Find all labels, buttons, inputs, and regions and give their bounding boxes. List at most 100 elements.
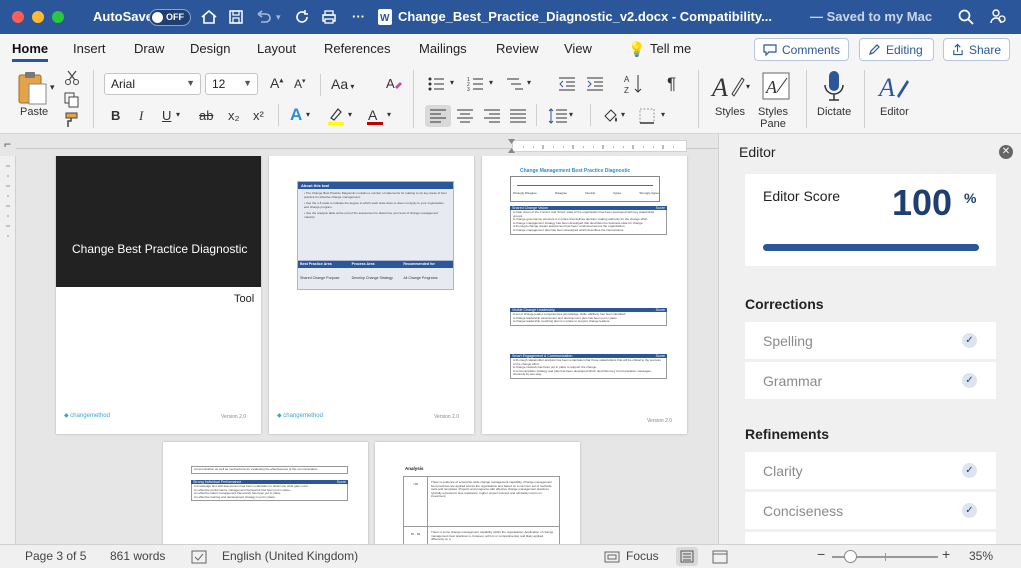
chevron-down-icon[interactable]: ▾: [387, 110, 391, 119]
format-painter-icon[interactable]: [64, 112, 80, 128]
highlight-icon[interactable]: [326, 106, 346, 126]
shrink-font-button[interactable]: A▾: [294, 77, 306, 91]
corrections-item-grammar[interactable]: Grammar ✓: [745, 362, 996, 399]
tab-insert[interactable]: Insert: [73, 41, 106, 56]
zoom-out-button[interactable]: −: [817, 546, 825, 562]
chevron-down-icon[interactable]: ▾: [569, 110, 573, 119]
zoom-slider-track[interactable]: [832, 550, 938, 563]
page-count[interactable]: Page 3 of 5: [25, 549, 86, 563]
horizontal-ruler[interactable]: [512, 140, 687, 152]
document-page[interactable]: About this tool • The Change Best Practi…: [269, 156, 474, 434]
focus-icon[interactable]: [604, 550, 620, 564]
show-formatting-marks-button[interactable]: ¶: [667, 74, 676, 94]
subscript-button[interactable]: x₂: [228, 108, 240, 123]
multilevel-list-icon[interactable]: [505, 76, 527, 92]
focus-label[interactable]: Focus: [626, 549, 659, 563]
chevron-down-icon[interactable]: ▾: [661, 110, 665, 119]
font-name-select[interactable]: Arial ▼: [104, 73, 201, 95]
microphone-icon[interactable]: [822, 69, 846, 103]
editor-score-card[interactable]: Editor Score 100 %: [745, 174, 996, 266]
refinements-item-conciseness[interactable]: Conciseness ✓: [745, 492, 996, 529]
underline-button[interactable]: U: [162, 108, 171, 123]
text-effects-icon[interactable]: A: [290, 105, 302, 125]
vertical-ruler[interactable]: [0, 156, 16, 544]
tab-draw[interactable]: Draw: [134, 41, 164, 56]
tab-review[interactable]: Review: [496, 41, 539, 56]
scale-graphic[interactable]: Strongly Disagree Disagree Neutral Agree…: [510, 176, 660, 202]
autosave-toggle[interactable]: OFF: [149, 9, 191, 26]
styles-pane-icon[interactable]: A: [760, 70, 792, 102]
cut-icon[interactable]: [64, 70, 80, 86]
bold-button[interactable]: B: [111, 108, 120, 123]
close-window-button[interactable]: [12, 11, 24, 23]
shading-icon[interactable]: [602, 107, 620, 125]
numbering-icon[interactable]: 123: [467, 76, 489, 92]
chevron-down-icon[interactable]: ▾: [306, 110, 310, 119]
align-center-icon[interactable]: [456, 109, 474, 123]
tab-view[interactable]: View: [564, 41, 592, 56]
redo-icon[interactable]: [293, 8, 311, 26]
grow-font-button[interactable]: A▴: [270, 75, 283, 91]
tell-me-search[interactable]: Tell me: [650, 41, 691, 56]
paste-dropdown-icon[interactable]: ▾: [50, 82, 55, 93]
chevron-down-icon[interactable]: ▾: [746, 82, 750, 91]
superscript-button[interactable]: x²: [253, 108, 264, 123]
align-left-button[interactable]: [425, 105, 451, 127]
editor-icon[interactable]: A: [877, 70, 911, 102]
search-icon[interactable]: [957, 8, 975, 26]
chevron-down-icon[interactable]: ▾: [621, 110, 625, 119]
bullets-icon[interactable]: [428, 76, 450, 92]
tab-stop-selector-icon[interactable]: ⌐: [4, 137, 11, 151]
sort-icon[interactable]: AZ: [624, 73, 644, 95]
italic-button[interactable]: I: [139, 108, 143, 124]
chevron-down-icon[interactable]: ▾: [176, 110, 180, 119]
close-pane-icon[interactable]: ✕: [999, 145, 1013, 159]
minimize-window-button[interactable]: [32, 11, 44, 23]
refinements-item-partial[interactable]: [745, 532, 996, 544]
undo-icon[interactable]: [255, 8, 273, 26]
font-size-select[interactable]: 12 ▼: [205, 73, 258, 95]
zoom-level[interactable]: 35%: [969, 549, 993, 563]
copy-icon[interactable]: [64, 92, 80, 108]
align-right-icon[interactable]: [483, 109, 501, 123]
more-tools-icon[interactable]: ···: [352, 9, 365, 24]
tab-references[interactable]: References: [324, 41, 390, 56]
document-canvas[interactable]: Change Best Practice Diagnostic Tool ◆ c…: [16, 156, 718, 544]
refinements-item-clarity[interactable]: Clarity ✓: [745, 452, 996, 489]
increase-indent-icon[interactable]: [586, 76, 604, 92]
zoom-slider-thumb[interactable]: [844, 550, 858, 563]
zoom-in-button[interactable]: +: [942, 546, 950, 562]
comments-button[interactable]: Comments: [754, 38, 849, 61]
font-color-icon[interactable]: A: [365, 106, 385, 126]
editing-button[interactable]: Editing: [859, 38, 934, 61]
borders-icon[interactable]: [639, 108, 655, 124]
tab-mailings[interactable]: Mailings: [419, 41, 467, 56]
zoom-window-button[interactable]: [52, 11, 64, 23]
change-case-button[interactable]: Aa ▾: [331, 76, 354, 92]
styles-icon[interactable]: A: [710, 70, 746, 102]
word-count[interactable]: 861 words: [110, 549, 165, 563]
strikethrough-button[interactable]: ab: [199, 108, 213, 123]
clipboard-icon[interactable]: [16, 70, 48, 106]
account-icon[interactable]: [989, 8, 1007, 26]
share-button[interactable]: Share: [943, 38, 1010, 61]
chevron-down-icon[interactable]: ▾: [527, 78, 531, 87]
justify-icon[interactable]: [509, 109, 527, 123]
document-page[interactable]: Change Best Practice Diagnostic Tool ◆ c…: [56, 156, 261, 434]
chevron-down-icon[interactable]: ▾: [348, 110, 352, 119]
decrease-indent-icon[interactable]: [558, 76, 576, 92]
indent-marker-icon[interactable]: [507, 138, 516, 154]
tab-home[interactable]: Home: [12, 41, 49, 62]
document-page[interactable]: Analysis >90 There is evidence of enterp…: [375, 442, 580, 544]
line-spacing-icon[interactable]: [548, 108, 568, 124]
print-layout-view-button[interactable]: [676, 547, 698, 566]
language-label[interactable]: English (United Kingdom): [222, 549, 358, 563]
corrections-item-spelling[interactable]: Spelling ✓: [745, 322, 996, 359]
tab-layout[interactable]: Layout: [257, 41, 296, 56]
undo-dropdown-icon[interactable]: ▾: [276, 12, 281, 23]
chevron-down-icon[interactable]: ▾: [450, 78, 454, 87]
print-icon[interactable]: [320, 8, 338, 26]
chevron-down-icon[interactable]: ▾: [489, 78, 493, 87]
clear-formatting-icon[interactable]: A: [385, 75, 403, 93]
home-icon[interactable]: [200, 8, 218, 26]
